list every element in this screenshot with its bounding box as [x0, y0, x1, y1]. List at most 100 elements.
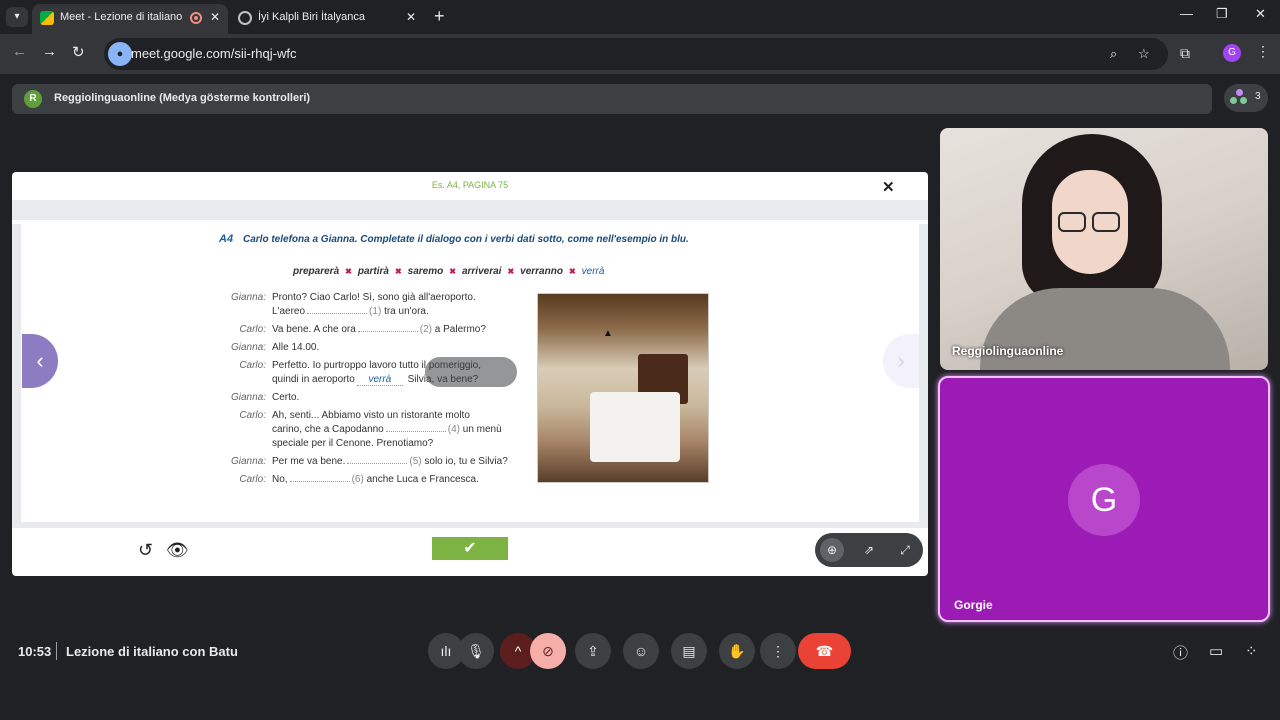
separator: ✖	[345, 267, 352, 276]
reset-icon[interactable]: ↺	[138, 540, 153, 561]
captions-icon[interactable]: ▤	[671, 633, 707, 669]
dialogue-text: Per me va bene.	[272, 456, 346, 467]
zoom-in-icon[interactable]: ⊕	[820, 538, 844, 562]
verb-option: arriverai	[461, 266, 502, 277]
dialogue-line: Pronto? Ciao Carlo! Sì, sono già all'aer…	[272, 292, 476, 303]
participant-name: Gorgie	[954, 598, 993, 612]
presenter-bar[interactable]: R Reggiolinguaonline (Medya gösterme kon…	[12, 84, 1212, 114]
speaker: Gianna:	[230, 342, 266, 353]
speaker: Carlo:	[239, 474, 266, 485]
media-overlay[interactable]	[425, 357, 517, 387]
participants-button[interactable]: 3	[1224, 84, 1268, 112]
blank-number: (1)	[369, 306, 382, 317]
divider	[12, 522, 928, 528]
fullscreen-icon[interactable]: ⤢	[893, 538, 917, 562]
verb-option: verranno	[520, 266, 563, 277]
arrow-left-icon[interactable]: ←	[12, 43, 27, 60]
mic-icon[interactable]: 🎙	[458, 633, 494, 669]
close-icon[interactable]: ✕	[406, 4, 416, 30]
puzzle-icon[interactable]: ⧉	[1180, 45, 1190, 62]
dialogue-text: solo io, tu e Silvia?	[424, 456, 508, 467]
close-icon[interactable]: ✕	[210, 4, 220, 30]
tab-meet[interactable]: Meet - Lezione di italiano con Batu ✕	[32, 4, 228, 34]
activities-icon[interactable]: ⁘	[1245, 642, 1258, 660]
more-options-icon[interactable]: ⋮	[760, 633, 796, 669]
presenter-label: Reggiolinguaonline (Medya gösterme kontr…	[54, 92, 311, 104]
chat-icon[interactable]: ▭	[1209, 642, 1223, 660]
browser-toolbar: ← → ↻ ● meet.google.com/sii-rhqj-wfc ⌕ ☆…	[0, 34, 1280, 74]
reload-icon[interactable]: ↻	[72, 43, 85, 61]
dialogue-text: anche Luca e Francesca.	[366, 474, 479, 485]
example-answer: verrà	[356, 374, 403, 386]
address-bar[interactable]: ● meet.google.com/sii-rhqj-wfc ⌕ ☆	[104, 38, 1168, 70]
speaker: Carlo:	[239, 324, 266, 335]
task-instructions: Carlo telefona a Gianna. Completate il d…	[243, 234, 689, 245]
verb-option: partirà	[357, 266, 389, 277]
meeting-time: 10:53	[18, 644, 52, 659]
divider	[12, 224, 21, 522]
shared-screen: Es. A4, PAGINA 75 ✕ ‹ › A4 Carlo telefon…	[12, 172, 928, 576]
speaker: Carlo:	[239, 410, 266, 421]
dialogue-line: Certo.	[272, 392, 300, 403]
minimize-icon[interactable]: —	[1180, 6, 1193, 21]
dialogue-line: No, (6) anche Luca e Francesca.	[272, 474, 479, 485]
participant-count: 3	[1255, 91, 1261, 102]
info-icon[interactable]: ⓘ	[1173, 642, 1188, 663]
glasses	[1092, 212, 1120, 232]
participant-tile[interactable]: Reggiolinguaonline	[940, 128, 1268, 370]
magnifier-icon[interactable]: ⌕	[1110, 46, 1117, 62]
dialogue-line: Alle 14.00.	[272, 342, 320, 353]
kebab-icon[interactable]: ⋮	[1256, 43, 1270, 60]
verb-list: preparerà ✖ partirà ✖ saremo ✖ arriverai ✖ verra…	[293, 266, 604, 277]
restore-icon[interactable]: ❐	[1216, 6, 1228, 22]
tab-title: Meet - Lezione di italiano con Batu	[60, 11, 182, 23]
leave-call-icon[interactable]: ☎	[798, 633, 851, 669]
participant-tile[interactable]: G Gorgie	[938, 376, 1270, 622]
blank-number: (2)	[419, 324, 433, 335]
verb-option-example: verrà	[581, 266, 605, 277]
dialogue-text: carino, che a Capodanno	[272, 424, 384, 435]
dining-table	[590, 392, 680, 462]
answer-blank[interactable]	[347, 456, 408, 464]
chevron-down-icon[interactable]: ▾	[6, 7, 28, 27]
dialogue-text: un menù	[462, 424, 502, 435]
dialogue-text: quindi in aeroporto	[272, 374, 355, 385]
glasses	[1058, 212, 1086, 232]
emoji-icon[interactable]: ☺	[623, 633, 659, 669]
avatar: G	[1068, 464, 1140, 536]
divider	[56, 642, 57, 660]
separator: ✖	[507, 267, 515, 276]
dialogue-line: speciale per il Cenone. Prenotiamo?	[272, 438, 434, 449]
star-icon[interactable]: ☆	[1138, 46, 1150, 62]
external-link-icon[interactable]: ⇗	[857, 538, 881, 562]
avatar[interactable]: G	[1223, 44, 1241, 62]
dialogue-text: tra un'ora.	[384, 306, 429, 317]
tab-bar: ▾ Meet - Lezione di italiano con Batu ✕ …	[0, 0, 1280, 34]
present-icon[interactable]: ⇪	[575, 633, 611, 669]
speaker: Carlo:	[239, 360, 266, 371]
tab-translation[interactable]: İyi Kalpli Biri İtalyanca ✕	[230, 4, 424, 34]
divider	[12, 200, 928, 220]
url-text[interactable]: meet.google.com/sii-rhqj-wfc	[131, 46, 296, 61]
mic-icon[interactable]: ●	[108, 42, 132, 66]
separator: ✖	[568, 267, 576, 276]
meet-icon	[40, 11, 54, 25]
separator: ✖	[449, 267, 456, 276]
task-number: A4	[219, 233, 234, 245]
answer-blank[interactable]	[385, 424, 446, 432]
close-icon[interactable]: ✕	[882, 178, 895, 196]
close-icon[interactable]: ✕	[1255, 6, 1266, 22]
presenter-avatar: R	[24, 90, 42, 108]
eye-icon[interactable]: 👁	[166, 540, 189, 561]
arrow-right-icon[interactable]: →	[42, 43, 57, 60]
answer-blank[interactable]	[357, 324, 418, 332]
plus-icon[interactable]: +	[434, 6, 445, 27]
checkmark-icon[interactable]: ✔	[432, 537, 508, 560]
camera-off-icon[interactable]: ⊘	[530, 633, 566, 669]
blank-number: (6)	[351, 474, 364, 485]
raise-hand-icon[interactable]: ✋	[719, 633, 755, 669]
meet-main: R Reggiolinguaonline (Medya gösterme kon…	[0, 74, 1280, 720]
answer-blank[interactable]	[307, 306, 368, 314]
dialogue-text: Va bene. A che ora	[272, 324, 356, 335]
answer-blank[interactable]	[289, 474, 350, 482]
